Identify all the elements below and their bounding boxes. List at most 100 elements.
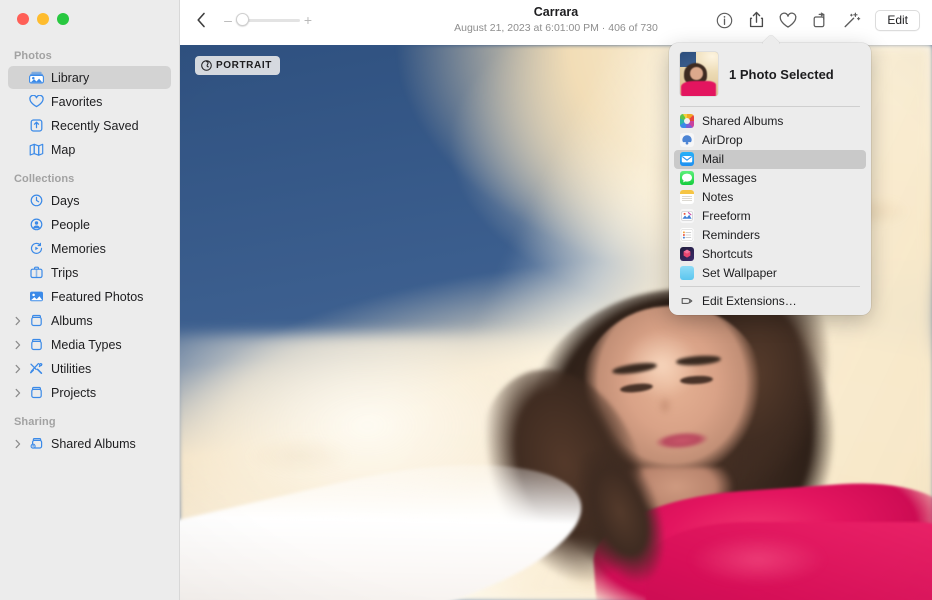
minimize-button[interactable] — [37, 13, 49, 25]
zoom-slider[interactable] — [236, 7, 300, 33]
sidebar-item-shared-albums[interactable]: Shared Albums — [8, 432, 171, 455]
share-item-label: Mail — [702, 152, 724, 166]
sidebar: Photos Library Favorites Recently Saved — [0, 0, 180, 600]
shortcuts-app-icon — [680, 247, 694, 261]
sidebar-item-label: People — [51, 218, 90, 232]
share-item-airdrop[interactable]: AirDrop — [674, 131, 866, 150]
zoom-slider-knob[interactable] — [236, 13, 249, 26]
heart-icon — [27, 95, 46, 108]
clock-icon — [27, 194, 46, 207]
sidebar-item-map[interactable]: Map — [8, 138, 171, 161]
sidebar-item-label: Featured Photos — [51, 290, 143, 304]
share-popover-arrow — [761, 33, 781, 44]
memories-icon — [27, 242, 46, 255]
edit-extensions-item[interactable]: Edit Extensions… — [674, 291, 866, 310]
recently-saved-icon — [27, 119, 46, 132]
mail-app-icon — [680, 152, 694, 166]
share-item-set-wallpaper[interactable]: Set Wallpaper — [674, 264, 866, 283]
sidebar-item-label: Albums — [51, 314, 93, 328]
share-item-shortcuts[interactable]: Shortcuts — [674, 245, 866, 264]
selected-photo-thumbnail — [680, 52, 718, 96]
sidebar-item-label: Memories — [51, 242, 106, 256]
album-icon — [27, 386, 46, 399]
share-item-mail[interactable]: Mail — [674, 150, 866, 169]
shared-album-icon — [27, 437, 46, 450]
enhance-button[interactable] — [837, 6, 867, 34]
sidebar-item-utilities[interactable]: Utilities — [8, 357, 171, 380]
divider — [680, 286, 860, 287]
zoom-slider-control[interactable]: – + — [220, 7, 316, 33]
share-popover-footer: Edit Extensions… — [669, 291, 871, 310]
sidebar-item-label: Shared Albums — [51, 437, 136, 451]
sidebar-item-label: Projects — [51, 386, 96, 400]
sidebar-item-label: Favorites — [51, 95, 102, 109]
zoom-out-button[interactable]: – — [220, 7, 236, 33]
photos-window: Photos Library Favorites Recently Saved — [0, 0, 932, 600]
share-item-reminders[interactable]: Reminders — [674, 226, 866, 245]
sidebar-item-label: Media Types — [51, 338, 122, 352]
freeform-app-icon — [680, 209, 694, 223]
toolbar-right-group: Edit — [709, 0, 932, 40]
chevron-right-icon[interactable] — [14, 364, 27, 374]
toolbar-left-group: – + — [180, 0, 316, 40]
sidebar-section-photos: Photos — [0, 44, 179, 66]
toolbar: – + Carrara August 21, 2023 at 6:01:00 P… — [180, 0, 932, 45]
share-destination-list: Shared Albums AirDrop Mail Messages — [669, 107, 871, 282]
chevron-right-icon[interactable] — [14, 340, 27, 350]
sidebar-section-collections: Collections — [0, 162, 179, 189]
share-item-freeform[interactable]: Freeform — [674, 207, 866, 226]
portrait-badge[interactable]: PORTRAIT — [195, 56, 280, 75]
messages-app-icon — [680, 171, 694, 185]
sidebar-item-days[interactable]: Days — [8, 189, 171, 212]
share-item-label: Shared Albums — [702, 114, 783, 128]
sidebar-item-library[interactable]: Library — [8, 66, 171, 89]
share-icon — [748, 11, 765, 29]
sidebar-item-featured-photos[interactable]: Featured Photos — [8, 285, 171, 308]
chevron-right-icon[interactable] — [14, 316, 27, 326]
sidebar-item-label: Utilities — [51, 362, 91, 376]
zoom-in-button[interactable]: + — [300, 7, 316, 33]
chevron-right-icon[interactable] — [14, 388, 27, 398]
sidebar-item-recently-saved[interactable]: Recently Saved — [8, 114, 171, 137]
sidebar-item-label: Recently Saved — [51, 119, 139, 133]
map-icon — [27, 143, 46, 156]
sidebar-item-trips[interactable]: Trips — [8, 261, 171, 284]
sidebar-item-media-types[interactable]: Media Types — [8, 333, 171, 356]
share-item-label: Messages — [702, 171, 757, 185]
share-popover-header: 1 Photo Selected — [669, 43, 871, 106]
rotate-icon — [812, 12, 829, 29]
sidebar-item-favorites[interactable]: Favorites — [8, 90, 171, 113]
reminders-app-icon — [680, 228, 694, 242]
share-item-notes[interactable]: Notes — [674, 188, 866, 207]
favorite-button[interactable] — [773, 6, 803, 34]
close-button[interactable] — [17, 13, 29, 25]
trips-icon — [27, 266, 46, 279]
info-button[interactable] — [709, 6, 739, 34]
share-item-shared-albums[interactable]: Shared Albums — [674, 112, 866, 131]
info-icon — [716, 12, 733, 29]
sidebar-item-albums[interactable]: Albums — [8, 309, 171, 332]
share-item-label: AirDrop — [702, 133, 743, 147]
rotate-button[interactable] — [805, 6, 835, 34]
edit-button[interactable]: Edit — [875, 10, 920, 31]
sidebar-item-label: Map — [51, 143, 75, 157]
share-item-label: Notes — [702, 190, 733, 204]
share-popover-title: 1 Photo Selected — [729, 67, 834, 82]
sidebar-item-memories[interactable]: Memories — [8, 237, 171, 260]
aperture-icon — [201, 60, 212, 71]
sidebar-item-people[interactable]: People — [8, 213, 171, 236]
album-icon — [27, 338, 46, 351]
sidebar-item-projects[interactable]: Projects — [8, 381, 171, 404]
share-item-label: Freeform — [702, 209, 751, 223]
share-item-messages[interactable]: Messages — [674, 169, 866, 188]
zoom-button[interactable] — [57, 13, 69, 25]
window-controls — [17, 13, 69, 25]
wallpaper-app-icon — [680, 266, 694, 280]
chevron-right-icon[interactable] — [14, 439, 27, 449]
edit-extensions-label: Edit Extensions… — [702, 294, 797, 308]
album-icon — [27, 314, 46, 327]
share-button[interactable] — [741, 6, 771, 34]
sidebar-item-label: Days — [51, 194, 79, 208]
sidebar-item-label: Library — [51, 71, 89, 85]
back-button[interactable] — [188, 7, 214, 33]
